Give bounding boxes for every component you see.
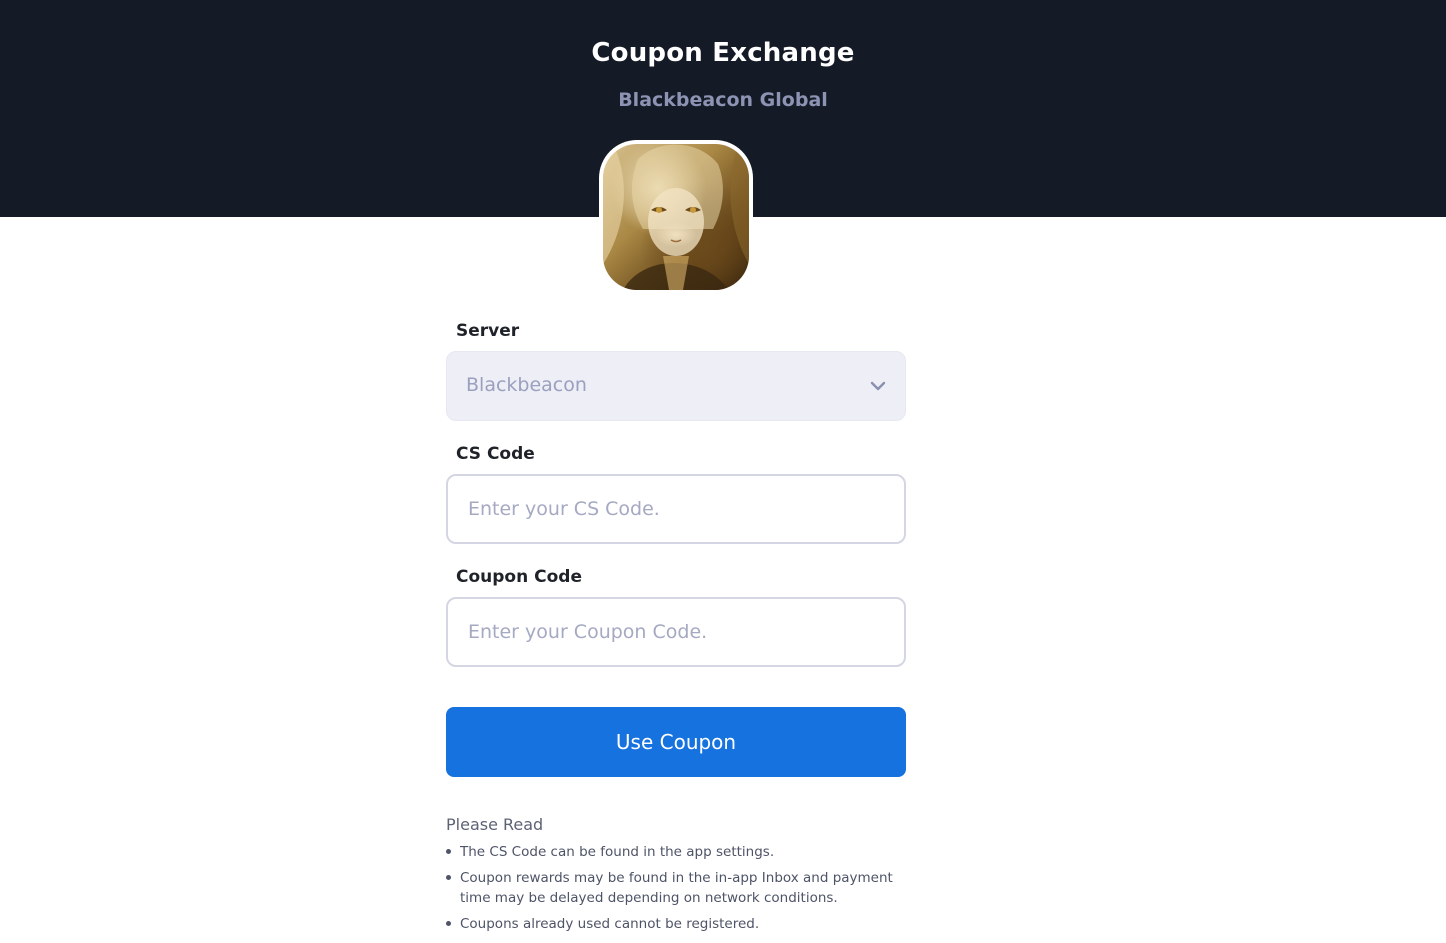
game-app-icon [603, 144, 749, 290]
server-label: Server [456, 321, 520, 341]
note-item: The CS Code can be found in the app sett… [446, 842, 906, 862]
coupon-code-label: Coupon Code [456, 567, 582, 587]
game-icon-frame [599, 140, 753, 294]
chevron-down-icon [870, 381, 886, 391]
coupon-form: Server Blackbeacon CS Code Coupon Code U… [446, 320, 906, 777]
notes-section: Please Read The CS Code can be found in … [446, 815, 906, 940]
server-selected-value: Blackbeacon [466, 374, 587, 396]
bullet-icon [446, 849, 451, 854]
bullet-icon [446, 921, 451, 926]
cs-code-input[interactable] [446, 474, 906, 544]
character-portrait-icon [603, 144, 749, 290]
notes-list: The CS Code can be found in the app sett… [446, 842, 906, 934]
cs-code-label: CS Code [456, 444, 535, 464]
page-subtitle: Blackbeacon Global [618, 89, 828, 111]
use-coupon-button[interactable]: Use Coupon [446, 707, 906, 777]
server-select[interactable]: Blackbeacon [446, 351, 906, 421]
note-text: Coupons already used cannot be registere… [460, 916, 760, 932]
page-title: Coupon Exchange [591, 38, 855, 68]
note-item: Coupons already used cannot be registere… [446, 914, 906, 934]
note-text: Coupon rewards may be found in the in-ap… [460, 870, 893, 906]
note-text: The CS Code can be found in the app sett… [460, 844, 775, 860]
notes-title: Please Read [446, 815, 544, 834]
bullet-icon [446, 875, 451, 880]
coupon-code-input[interactable] [446, 597, 906, 667]
note-item: Coupon rewards may be found in the in-ap… [446, 868, 906, 908]
